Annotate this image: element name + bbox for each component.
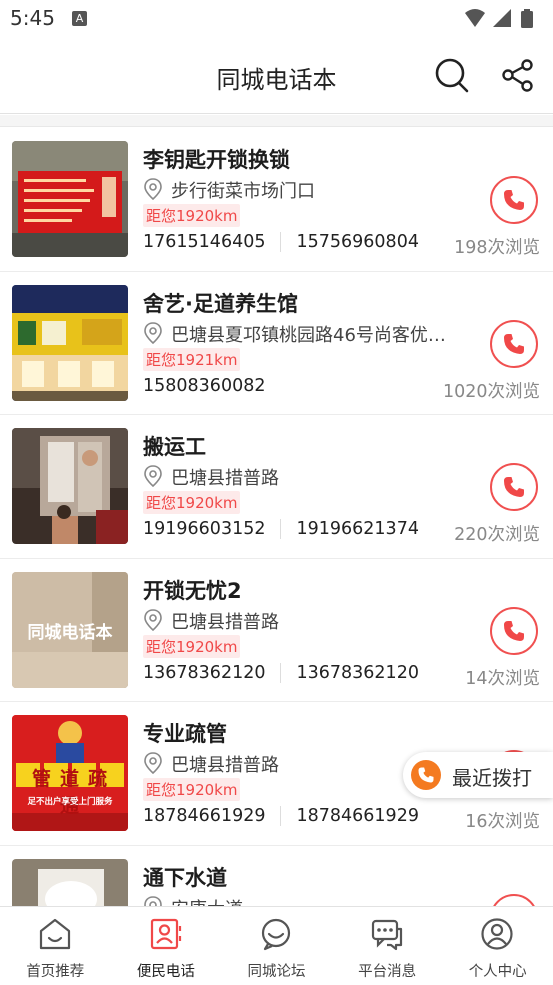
- location-pin-icon: [144, 895, 162, 906]
- call-button[interactable]: [490, 893, 538, 906]
- listing-address: 巴塘县措普路: [143, 608, 463, 632]
- phone-numbers: 18784661929 18784661929: [143, 806, 419, 826]
- listing-thumbnail: 管道疏通 足不出户享受上门服务: [12, 715, 128, 831]
- phone-numbers: 15808360082: [143, 376, 265, 396]
- view-count: 14次浏览: [465, 668, 540, 689]
- phone-icon: [504, 333, 524, 354]
- share-icon[interactable]: [500, 57, 536, 97]
- list-item[interactable]: 舍艺·足道养生馆 巴塘县夏邛镇桃园路46号尚客优连锁酒店 距您1921km 15…: [0, 272, 553, 415]
- view-count: 16次浏览: [465, 812, 540, 832]
- status-time: 5:45: [10, 6, 55, 30]
- phone-number[interactable]: 15808360082: [143, 376, 265, 396]
- tab-label: 同城论坛: [247, 964, 306, 980]
- phone-numbers: 17615146405 15756960804: [143, 232, 419, 252]
- user-icon: [481, 918, 513, 950]
- listing-name: 专业疏管: [143, 722, 227, 746]
- app-header: 同城电话本: [0, 38, 553, 114]
- phone-icon: [411, 760, 441, 790]
- tab-profile[interactable]: 个人中心: [442, 907, 553, 985]
- phone-icon: [504, 190, 524, 210]
- phone-number[interactable]: 13678362120: [143, 663, 265, 683]
- tab-forum[interactable]: 同城论坛: [221, 907, 332, 985]
- view-count: 220次浏览: [454, 525, 540, 545]
- listing-thumbnail: 同城电话本: [12, 571, 128, 688]
- system-icons: [463, 8, 543, 34]
- phone-number[interactable]: 19196621374: [296, 519, 418, 539]
- listing-address: 巴塘县夏邛镇桃园路46号尚客优连锁酒店: [143, 321, 463, 345]
- location-pin-icon: [144, 608, 162, 631]
- list-item[interactable]: 通下水道 安康大道: [0, 846, 553, 906]
- phone-numbers: 13678362120 13678362120: [143, 662, 419, 683]
- call-button[interactable]: [490, 606, 538, 655]
- tab-label: 便民电话: [136, 964, 195, 980]
- signal-icon: [493, 9, 511, 27]
- tab-home[interactable]: 首页推荐: [0, 907, 111, 985]
- listing-address: 安康大道: [143, 895, 463, 906]
- phone-numbers: 19196603152 19196621374: [143, 519, 419, 539]
- distance-badge: 距您1920km: [143, 204, 241, 227]
- recent-calls-button[interactable]: 最近拨打: [403, 752, 553, 798]
- call-button[interactable]: [490, 176, 538, 224]
- phone-icon: [504, 620, 524, 641]
- distance-badge: 距您1920km: [143, 634, 241, 658]
- location-pin-icon: [144, 321, 162, 344]
- listing-address: 巴塘县措普路: [143, 464, 463, 488]
- forum-icon: [262, 918, 291, 951]
- distance-badge: 距您1920km: [143, 778, 241, 801]
- phone-number[interactable]: 17615146405: [143, 232, 265, 252]
- view-count: 1020次浏览: [442, 381, 540, 402]
- listing-address: 步行街菜市场门口: [143, 177, 463, 201]
- home-icon: [39, 918, 71, 950]
- listing-thumbnail: [12, 284, 128, 401]
- location-pin-icon: [144, 465, 162, 487]
- listing-thumbnail: [12, 428, 128, 544]
- phone-number[interactable]: 18784661929: [296, 806, 418, 826]
- listing-thumbnail: [12, 141, 128, 257]
- call-button[interactable]: [490, 319, 538, 368]
- phone-number[interactable]: 18784661929: [143, 806, 265, 826]
- bottom-tab-bar: 首页推荐 便民电话 同城论坛 平台消息 个人中心: [0, 906, 553, 984]
- status-bar: 5:45 A: [0, 0, 553, 38]
- notification-icon: A: [72, 11, 87, 26]
- listing-name: 开锁无忧2: [143, 578, 242, 603]
- listing-name: 舍艺·足道养生馆: [143, 291, 298, 316]
- thumbnail-caption: 足不出户享受上门服务: [27, 797, 113, 807]
- view-count: 198次浏览: [454, 238, 540, 258]
- thumbnail-placeholder-text: 同城电话本: [27, 622, 113, 643]
- phone-number[interactable]: 19196603152: [143, 519, 265, 539]
- listing-thumbnail: [12, 858, 128, 906]
- listing-name: 通下水道: [143, 865, 227, 890]
- location-pin-icon: [144, 178, 162, 200]
- call-button[interactable]: [490, 463, 538, 511]
- tab-messages[interactable]: 平台消息: [332, 907, 443, 985]
- message-icon: [371, 919, 402, 951]
- tab-phonebook[interactable]: 便民电话: [111, 907, 222, 985]
- page-title: 同城电话本: [216, 66, 337, 94]
- phone-icon: [504, 477, 524, 497]
- wifi-icon: [465, 9, 485, 27]
- battery-icon: [521, 11, 533, 28]
- recent-calls-label: 最近拨打: [452, 766, 532, 790]
- listing-name: 搬运工: [143, 435, 206, 459]
- search-icon[interactable]: [434, 57, 470, 97]
- location-pin-icon: [144, 752, 162, 774]
- phone-number[interactable]: 13678362120: [296, 663, 418, 683]
- tab-label: 首页推荐: [26, 964, 85, 980]
- list-item[interactable]: 同城电话本 开锁无忧2 巴塘县措普路 距您1920km 13678362120 1…: [0, 559, 553, 702]
- thumbnail-banner-text: 管道疏通: [31, 768, 116, 817]
- tab-label: 个人中心: [468, 964, 527, 980]
- list-item[interactable]: 李钥匙开锁换锁 步行街菜市场门口 距您1920km 17615146405 157…: [0, 128, 553, 272]
- tab-label: 平台消息: [358, 964, 417, 980]
- phone-number[interactable]: 15756960804: [296, 232, 418, 252]
- section-divider: [0, 115, 553, 127]
- contact-card-icon: [150, 918, 181, 950]
- listing-name: 李钥匙开锁换锁: [143, 148, 290, 172]
- distance-badge: 距您1921km: [143, 347, 241, 371]
- distance-badge: 距您1920km: [143, 491, 241, 514]
- list-item[interactable]: 搬运工 巴塘县措普路 距您1920km 19196603152 191966213…: [0, 415, 553, 559]
